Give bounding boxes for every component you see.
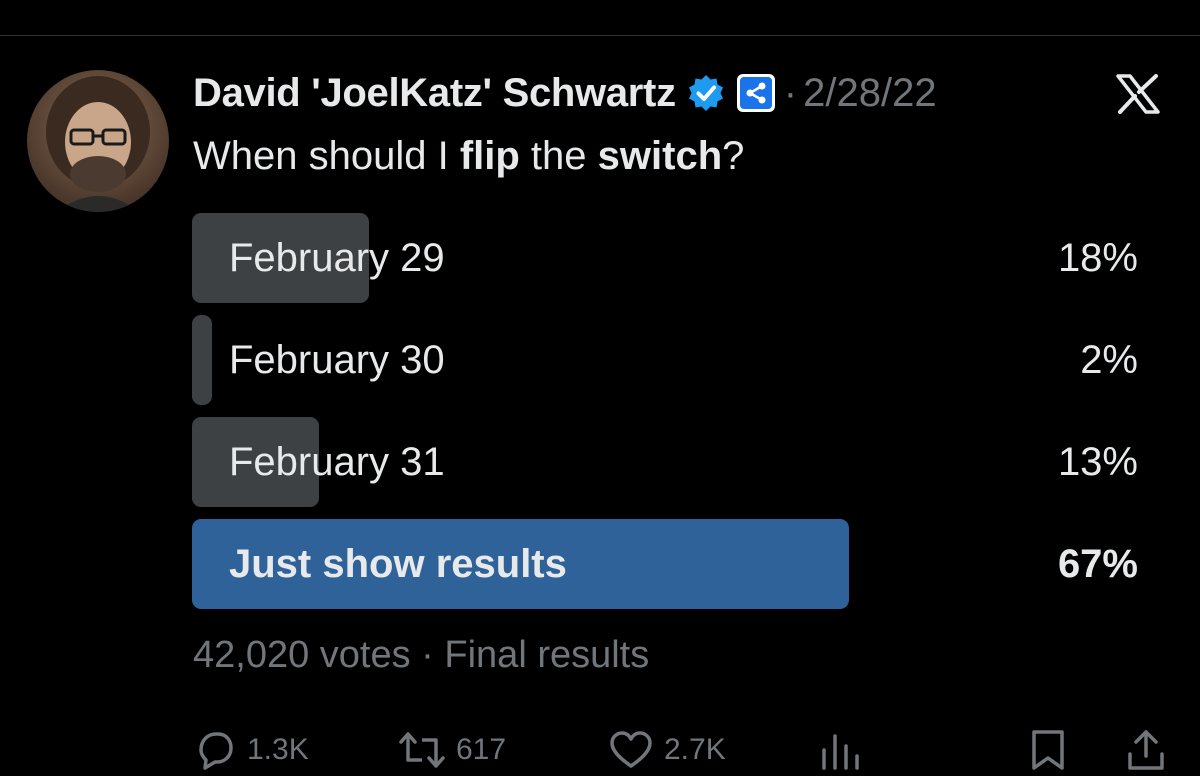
like-button[interactable]: 2.7K	[608, 728, 726, 772]
poll-option: February 30 2%	[192, 315, 1138, 405]
tweet-date[interactable]: 2/28/22	[803, 71, 936, 116]
poll-option-percent: 2%	[1080, 338, 1138, 382]
bookmark-icon	[1032, 730, 1064, 770]
tweet-text-bold: switch	[597, 134, 723, 178]
views-icon	[822, 734, 859, 770]
tweet-text: When should I flip the switch?	[193, 134, 744, 179]
poll-option-percent: 13%	[1057, 440, 1138, 484]
poll-option-winner: Just show results 67%	[192, 519, 1138, 609]
header-separator: ·	[783, 70, 798, 115]
reply-button[interactable]: 1.3K	[193, 728, 309, 772]
like-count: 2.7K	[664, 733, 726, 766]
reply-count: 1.3K	[247, 733, 309, 766]
poll-meta: 42,020 votes · Final results	[193, 634, 649, 677]
share-button[interactable]	[1124, 728, 1168, 772]
reply-icon	[199, 732, 233, 770]
tweet-header: David 'JoelKatz' Schwartz · 2/28/22	[193, 68, 937, 118]
verified-badge-icon	[686, 73, 726, 113]
views-button[interactable]	[818, 728, 862, 772]
poll-option-label: February 30	[229, 338, 445, 382]
poll: February 29 18% February 30 2% February …	[192, 213, 1138, 621]
avatar[interactable]	[27, 70, 169, 212]
poll-option-label: Just show results	[229, 542, 567, 586]
poll-option-label: February 29	[229, 236, 445, 280]
action-bar: 1.3K 617 2.7K	[0, 724, 1200, 776]
author-name[interactable]: David 'JoelKatz' Schwartz	[193, 71, 676, 116]
x-logo-icon	[1108, 74, 1168, 114]
repost-count: 617	[456, 733, 507, 766]
top-divider	[0, 35, 1200, 36]
like-icon	[610, 731, 652, 768]
tweet-text-bold: flip	[459, 134, 520, 178]
poll-option-percent: 18%	[1057, 236, 1138, 280]
poll-meta-separator: ·	[421, 634, 434, 676]
tweet-text-part: the	[519, 134, 598, 178]
poll-votes: 42,020 votes	[193, 634, 411, 676]
poll-option-label: February 31	[229, 440, 445, 484]
avatar-image	[27, 70, 169, 212]
share-icon	[1128, 730, 1164, 770]
poll-bar	[192, 315, 212, 405]
repost-icon	[399, 732, 445, 768]
poll-option-percent: 67%	[1057, 542, 1138, 586]
poll-option: February 29 18%	[192, 213, 1138, 303]
tweet-text-part: ?	[722, 134, 745, 178]
bookmark-button[interactable]	[1028, 728, 1068, 772]
poll-option: February 31 13%	[192, 417, 1138, 507]
repost-button[interactable]: 617	[398, 728, 506, 772]
xrp-affiliate-icon[interactable]	[736, 73, 776, 113]
poll-status: Final results	[444, 634, 650, 676]
tweet-text-part: When should I	[193, 134, 460, 178]
